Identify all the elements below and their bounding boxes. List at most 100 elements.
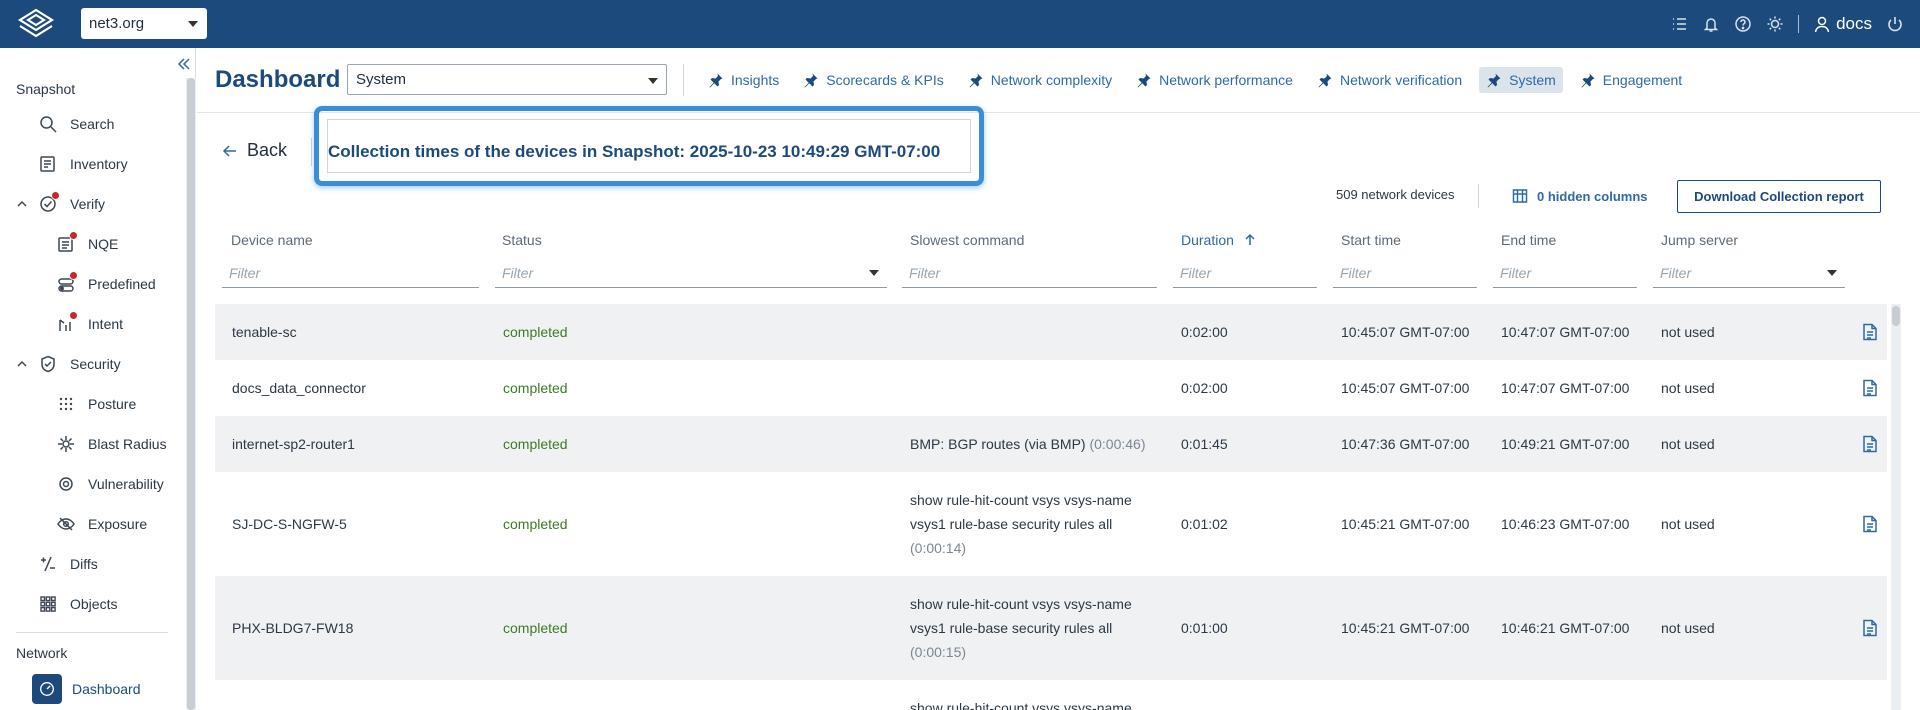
table-row[interactable]: internet-sp2-router1 completed BMP: BGP …	[215, 416, 1887, 472]
column-header-device-name[interactable]: Device name	[231, 232, 313, 248]
column-header-start-time[interactable]: Start time	[1341, 232, 1401, 248]
filter-duration[interactable]: Filter	[1173, 258, 1317, 288]
sidebar-item-vulnerability[interactable]: Vulnerability	[56, 467, 164, 501]
column-header-end-time[interactable]: End time	[1501, 232, 1556, 248]
sidebar-item-blast-radius[interactable]: Blast Radius	[56, 427, 167, 461]
org-select[interactable]: net3.org	[81, 8, 207, 39]
tab-engagement[interactable]: Engagement	[1573, 67, 1689, 93]
sidebar-item-diffs[interactable]: Diffs	[38, 547, 98, 581]
filter-placeholder: Filter	[1660, 264, 1692, 281]
table-row[interactable]: tenable-sc completed 0:02:00 10:45:07 GM…	[215, 304, 1887, 360]
cell-start-time: 10:45:21 GMT-07:00	[1341, 620, 1470, 636]
user-menu[interactable]: docs	[1813, 14, 1872, 34]
document-report-icon[interactable]	[1862, 619, 1878, 637]
sidebar-item-security[interactable]: Security	[16, 347, 121, 381]
document-report-icon[interactable]	[1862, 323, 1878, 341]
forward-logo-icon[interactable]	[14, 6, 58, 42]
filter-start-time[interactable]: Filter	[1333, 258, 1477, 288]
sidebar-item-intent[interactable]: Intent	[56, 307, 123, 341]
cell-jump-server: not used	[1661, 324, 1715, 340]
collapse-sidebar-icon[interactable]	[176, 56, 192, 72]
sidebar-item-label: Posture	[88, 396, 137, 412]
table-row[interactable]: show rule-hit-count vsys vsys-name	[215, 680, 1887, 710]
inventory-icon	[38, 154, 58, 174]
dashboard-gauge-icon	[32, 674, 62, 704]
document-report-icon[interactable]	[1862, 435, 1878, 453]
posture-grid-icon	[56, 394, 76, 414]
cell-device-name: tenable-sc	[232, 324, 297, 340]
tab-scorecards-kpis[interactable]: Scorecards & KPIs	[796, 67, 951, 93]
tab-insights[interactable]: Insights	[701, 67, 786, 93]
column-header-slowest-command[interactable]: Slowest command	[910, 232, 1024, 248]
theme-sun-icon[interactable]	[1766, 15, 1784, 33]
top-actions: docs	[1670, 0, 1904, 48]
sidebar-item-dashboard[interactable]: Dashboard	[32, 672, 141, 706]
document-report-icon[interactable]	[1862, 515, 1878, 533]
command-duration: (0:00:14)	[910, 540, 967, 556]
sidebar-item-verify[interactable]: Verify	[16, 187, 105, 221]
cell-duration: 0:01:00	[1181, 620, 1228, 636]
chevron-down-icon	[188, 21, 198, 27]
section-title-snapshot: Snapshot	[16, 81, 76, 97]
filter-status[interactable]: Filter	[495, 258, 887, 288]
chevron-down-icon	[869, 270, 879, 276]
tab-network-verification[interactable]: Network verification	[1310, 67, 1469, 93]
diffs-icon	[38, 554, 58, 574]
sidebar-scrollbar[interactable]	[186, 78, 196, 710]
table-row[interactable]: docs_data_connector completed 0:02:00 10…	[215, 360, 1887, 416]
dashboard-tabs: Insights Scorecards & KPIs Network compl…	[701, 66, 1699, 94]
sidebar-item-inventory[interactable]: Inventory	[38, 147, 128, 181]
sidebar-item-exposure[interactable]: Exposure	[56, 507, 147, 541]
user-icon	[1814, 16, 1830, 33]
filter-device-name[interactable]: Filter	[222, 258, 479, 288]
tab-label: Engagement	[1602, 72, 1683, 88]
filter-end-time[interactable]: Filter	[1493, 258, 1637, 288]
filter-jump-server[interactable]: Filter	[1653, 258, 1845, 288]
cell-duration: 0:01:45	[1181, 436, 1228, 452]
command-text: show rule-hit-count vsys vsys-name vsys1…	[910, 492, 1132, 532]
scrollbar-thumb[interactable]	[1892, 306, 1900, 326]
column-header-label: Duration	[1181, 232, 1234, 248]
power-icon[interactable]	[1886, 15, 1904, 33]
table-scrollbar[interactable]	[1891, 304, 1901, 710]
help-icon[interactable]	[1734, 15, 1752, 33]
search-icon	[38, 114, 58, 134]
sidebar-item-nqe[interactable]: NQE	[56, 227, 118, 261]
cell-start-time: 10:47:36 GMT-07:00	[1341, 436, 1470, 452]
alert-badge-icon	[69, 311, 78, 320]
objects-grid-icon	[38, 594, 58, 614]
table-row[interactable]: SJ-DC-S-NGFW-5 completed show rule-hit-c…	[215, 472, 1887, 576]
table-row[interactable]: PHX-BLDG7-FW18 completed show rule-hit-c…	[215, 576, 1887, 680]
filter-slowest-command[interactable]: Filter	[902, 258, 1157, 288]
sidebar-item-objects[interactable]: Objects	[38, 587, 117, 621]
column-header-duration[interactable]: Duration	[1181, 232, 1257, 248]
command-duration: (0:00:15)	[910, 644, 967, 660]
tab-network-performance[interactable]: Network performance	[1129, 67, 1300, 93]
sidebar-item-search[interactable]: Search	[38, 107, 114, 141]
sidebar-item-label: Security	[70, 356, 121, 372]
scrollbar-thumb[interactable]	[187, 78, 195, 710]
back-button[interactable]: Back	[222, 140, 287, 161]
column-header-status[interactable]: Status	[502, 232, 542, 248]
tab-system[interactable]: System	[1479, 67, 1563, 93]
document-report-icon[interactable]	[1862, 379, 1878, 397]
sidebar-item-label: NQE	[88, 236, 119, 252]
dashboard-select[interactable]: System	[347, 64, 667, 95]
section-title-network: Network	[16, 645, 68, 661]
tab-network-complexity[interactable]: Network complexity	[961, 67, 1119, 93]
bell-icon[interactable]	[1702, 15, 1720, 33]
sidebar-item-label: Vulnerability	[88, 476, 164, 492]
cell-end-time: 10:46:23 GMT-07:00	[1501, 516, 1630, 532]
sidebar-item-label: Dashboard	[72, 681, 141, 697]
cell-duration: 0:01:02	[1181, 516, 1228, 532]
hidden-columns-button[interactable]: 0 hidden columns	[1512, 184, 1648, 208]
cell-end-time: 10:47:07 GMT-07:00	[1501, 380, 1630, 396]
sidebar-item-predefined[interactable]: Predefined	[56, 267, 156, 301]
shield-icon	[38, 354, 58, 374]
user-name: docs	[1836, 14, 1872, 33]
download-report-button[interactable]: Download Collection report	[1677, 180, 1881, 213]
sidebar-item-posture[interactable]: Posture	[56, 387, 136, 421]
column-header-jump-server[interactable]: Jump server	[1661, 232, 1738, 248]
tab-label: Network verification	[1339, 72, 1463, 88]
list-icon[interactable]	[1670, 15, 1688, 33]
